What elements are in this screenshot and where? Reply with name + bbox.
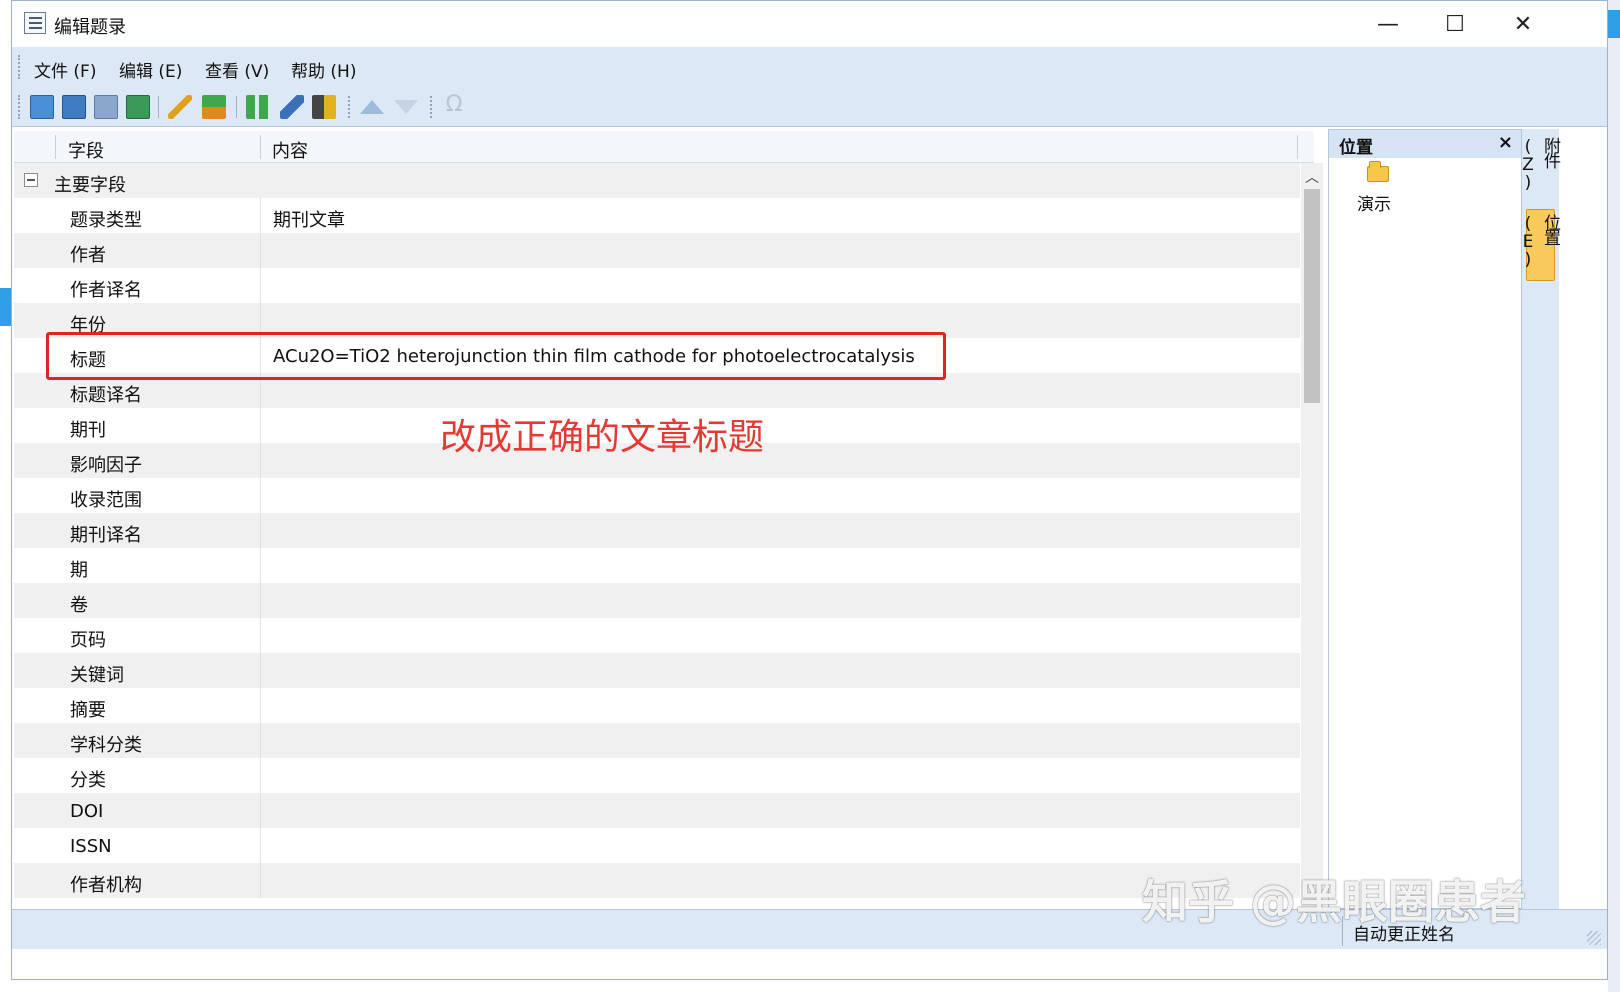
table-row[interactable]: 作者: [14, 233, 1300, 268]
field-name: 作者译名: [70, 280, 142, 301]
menu-edit[interactable]: 编辑 (E): [119, 57, 182, 82]
table-row[interactable]: 学科分类: [14, 723, 1300, 758]
group-row-main[interactable]: 主要字段: [14, 163, 1300, 198]
save-icon[interactable]: [62, 95, 86, 119]
field-name: 作者机构: [70, 875, 142, 896]
table-row[interactable]: 卷: [14, 583, 1300, 618]
field-value[interactable]: 期刊文章: [273, 206, 345, 232]
maximize-button[interactable]: ☐: [1422, 1, 1488, 47]
table-row[interactable]: 收录范围: [14, 478, 1300, 513]
title-value[interactable]: ACu2O=TiO2 heterojunction thin film cath…: [273, 346, 915, 367]
field-name: 期刊译名: [70, 525, 142, 546]
grid-header: 字段 内容: [14, 131, 1314, 163]
field-name: 标题: [70, 350, 106, 371]
table-row[interactable]: 作者机构: [14, 863, 1300, 898]
grid-icon[interactable]: [246, 95, 270, 119]
group-label: 主要字段: [54, 175, 126, 196]
edit-record-window: 编辑题录 — ☐ ✕ 文件 (F) 编辑 (E) 查看 (V) 帮助 (H) Ω…: [11, 0, 1608, 980]
table-row[interactable]: 关键词: [14, 653, 1300, 688]
table-row[interactable]: 期刊译名: [14, 513, 1300, 548]
table-row[interactable]: 题录类型 期刊文章: [14, 198, 1300, 233]
import-icon[interactable]: [312, 95, 336, 119]
table-row[interactable]: 年份: [14, 303, 1300, 338]
header-field[interactable]: 字段: [68, 137, 104, 163]
title-bar[interactable]: 编辑题录 — ☐ ✕: [12, 1, 1607, 47]
field-name: 影响因子: [70, 455, 142, 476]
desktop-background-right: [1608, 0, 1620, 992]
minimize-button[interactable]: —: [1355, 1, 1421, 47]
watermark: 知乎 @黑眼圈患者: [1142, 875, 1527, 929]
table-row[interactable]: 摘要: [14, 688, 1300, 723]
location-panel-title: 位置: [1339, 138, 1373, 158]
table-row[interactable]: 分类: [14, 758, 1300, 793]
close-panel-icon[interactable]: ×: [1498, 132, 1513, 153]
field-name: 分类: [70, 770, 106, 791]
scroll-thumb[interactable]: [1304, 189, 1320, 403]
window-title: 编辑题录: [54, 17, 126, 38]
table-row[interactable]: 标题译名: [14, 373, 1300, 408]
field-name: 收录范围: [70, 490, 142, 511]
table-row[interactable]: ISSN: [14, 828, 1300, 863]
scroll-up-icon[interactable]: ︿: [1301, 167, 1323, 187]
field-name: ISSN: [70, 836, 112, 857]
header-content[interactable]: 内容: [272, 137, 308, 163]
annotation-text: 改成正确的文章标题: [440, 417, 765, 458]
copy-icon[interactable]: [94, 95, 118, 119]
grid-rows: 主要字段 题录类型 期刊文章 作者 作者译名 年份 标题 ACu2O=TiO2 he…: [14, 163, 1300, 898]
side-tab-strip: 附件(Z) 位置(E): [1518, 129, 1560, 909]
menubar-grip[interactable]: [18, 55, 21, 79]
table-row[interactable]: DOI: [14, 793, 1300, 828]
tab-attachments[interactable]: 附件(Z): [1518, 133, 1560, 203]
save-all-icon[interactable]: [126, 95, 150, 119]
field-name: 年份: [70, 315, 106, 336]
grid-scrollbar[interactable]: ︿: [1301, 163, 1323, 931]
location-item-demo[interactable]: 演示: [1357, 190, 1391, 215]
field-name: 标题译名: [70, 385, 142, 406]
new-record-icon[interactable]: [30, 95, 54, 119]
field-name: 卷: [70, 595, 88, 616]
menu-file[interactable]: 文件 (F): [34, 57, 96, 82]
location-panel-header: 位置 ×: [1329, 130, 1521, 158]
chart-icon[interactable]: [202, 95, 226, 119]
table-row[interactable]: 作者译名: [14, 268, 1300, 303]
resize-grip[interactable]: [1587, 931, 1601, 945]
field-name: 期刊: [70, 420, 106, 441]
field-name: 学科分类: [70, 735, 142, 756]
field-name: 关键词: [70, 665, 124, 686]
table-row-title[interactable]: 标题 ACu2O=TiO2 heterojunction thin film ca…: [14, 338, 1300, 373]
field-grid: 字段 内容 主要字段 题录类型 期刊文章 作者 作者译名 年份 标题 ACu2O=T…: [14, 131, 1344, 931]
field-name: 期: [70, 560, 88, 581]
close-button[interactable]: ✕: [1490, 1, 1556, 47]
pin-icon[interactable]: [280, 95, 304, 119]
toolbar: Ω: [12, 87, 1607, 127]
menu-view[interactable]: 查看 (V): [205, 57, 269, 82]
menu-help[interactable]: 帮助 (H): [291, 57, 356, 82]
location-panel: 位置 × 演示: [1328, 129, 1522, 909]
app-list-icon: [24, 12, 46, 34]
field-name: 页码: [70, 630, 106, 651]
field-name: 题录类型: [70, 210, 142, 231]
table-row[interactable]: 页码: [14, 618, 1300, 653]
table-row[interactable]: 期: [14, 548, 1300, 583]
special-char-icon[interactable]: Ω: [442, 93, 466, 117]
field-name: 摘要: [70, 700, 106, 721]
menu-bar: 文件 (F) 编辑 (E) 查看 (V) 帮助 (H): [12, 47, 1607, 87]
toolbar-grip[interactable]: [18, 95, 21, 119]
move-up-icon[interactable]: [360, 100, 384, 114]
brush-icon[interactable]: [168, 95, 192, 119]
field-name: DOI: [70, 801, 104, 822]
folder-icon[interactable]: [1367, 161, 1389, 182]
move-down-icon[interactable]: [394, 100, 418, 114]
tab-location[interactable]: 位置(E): [1518, 209, 1560, 281]
field-name: 作者: [70, 245, 106, 266]
collapse-icon[interactable]: [24, 173, 38, 187]
